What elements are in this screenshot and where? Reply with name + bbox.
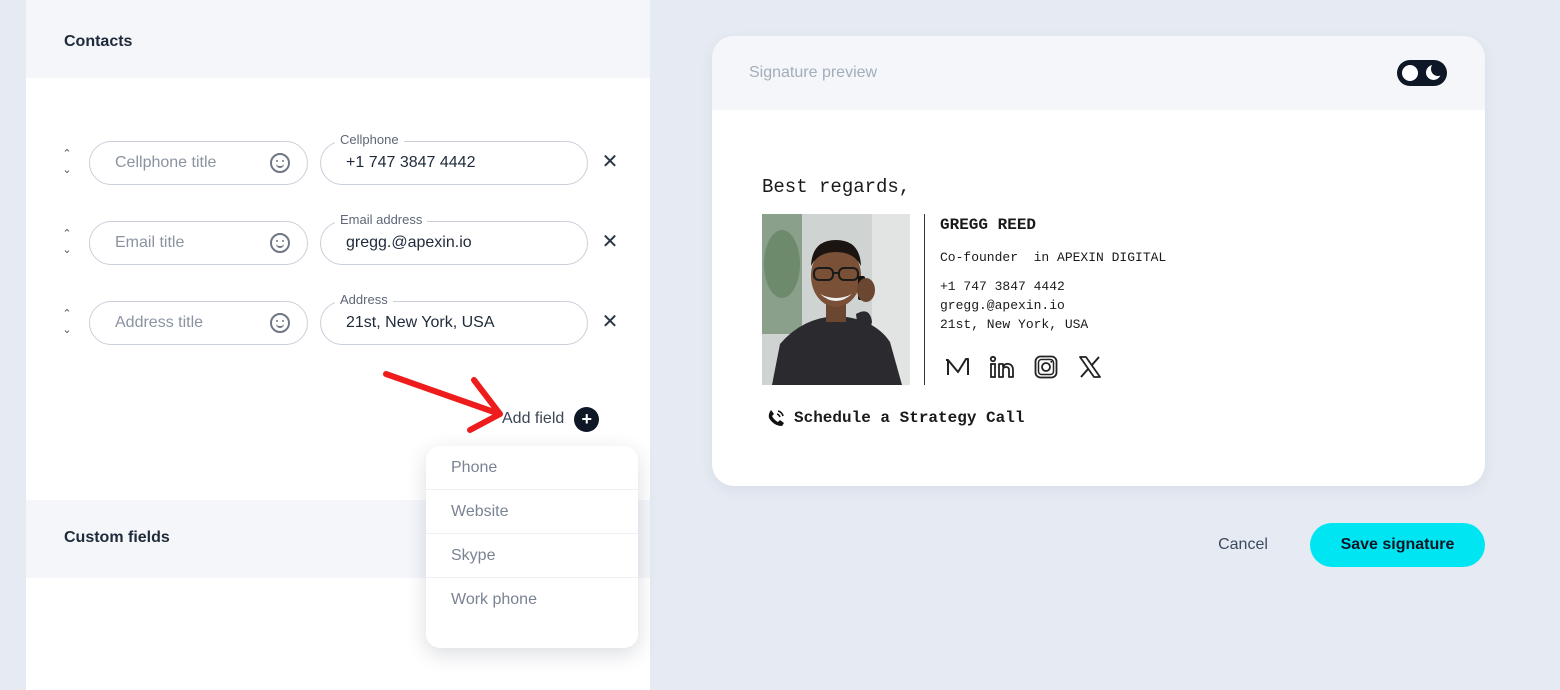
signature-phone: +1 747 3847 4442 (940, 279, 1065, 294)
contacts-section-header: Contacts (26, 0, 650, 78)
add-field-dropdown: Phone Website Skype Work phone (426, 446, 638, 648)
contacts-title: Contacts (64, 33, 133, 50)
add-field-label: Add field (502, 410, 565, 427)
dropdown-item-phone[interactable]: Phone (426, 446, 638, 490)
address-title-input[interactable]: Address title (89, 301, 308, 345)
social-icons (944, 354, 1104, 380)
add-field-button[interactable]: Add field + (502, 406, 600, 432)
signature-preview-card: Signature preview Best regards, GREGG RE… (712, 36, 1485, 486)
dropdown-item-skype[interactable]: Skype (426, 534, 638, 578)
x-icon[interactable] (1076, 354, 1104, 380)
preview-title: Signature preview (749, 64, 878, 81)
contact-row-cellphone: ⌃ ⌄ Cellphone title Cellphone +1 747 3847… (26, 132, 650, 187)
emoji-icon[interactable] (270, 233, 290, 253)
email-title-placeholder: Email title (115, 234, 185, 251)
dropdown-item-website[interactable]: Website (426, 490, 638, 534)
email-value: gregg.@apexin.io (346, 234, 472, 251)
cellphone-title-input[interactable]: Cellphone title (89, 141, 308, 185)
signature-address: 21st, New York, USA (940, 317, 1089, 332)
phone-call-icon (768, 410, 784, 426)
drag-handle-icon[interactable]: ⌃ ⌄ (60, 309, 74, 336)
cellphone-value-input[interactable]: Cellphone +1 747 3847 4442 (320, 132, 588, 185)
signature-divider (924, 214, 925, 385)
save-signature-button[interactable]: Save signature (1310, 523, 1485, 567)
toggle-knob (1402, 65, 1418, 81)
address-value-input[interactable]: Address 21st, New York, USA (320, 292, 588, 345)
dropdown-item-work-phone[interactable]: Work phone (426, 578, 638, 622)
address-value: 21st, New York, USA (346, 314, 495, 331)
emoji-icon[interactable] (270, 313, 290, 333)
medium-icon[interactable] (944, 354, 972, 380)
address-label: Address (335, 292, 393, 307)
profile-photo (762, 214, 910, 385)
cellphone-title-placeholder: Cellphone title (115, 154, 217, 171)
contact-row-email: ⌃ ⌄ Email title Email address gregg.@apex… (26, 212, 650, 267)
email-title-input[interactable]: Email title (89, 221, 308, 265)
custom-fields-title: Custom fields (64, 529, 170, 546)
cellphone-value: +1 747 3847 4442 (346, 154, 476, 171)
theme-toggle[interactable] (1397, 60, 1447, 86)
preview-header: Signature preview (712, 36, 1485, 110)
schedule-call-label: Schedule a Strategy Call (794, 409, 1025, 427)
signature-name: GREGG REED (940, 216, 1037, 234)
email-label: Email address (335, 212, 428, 227)
email-value-input[interactable]: Email address gregg.@apexin.io (320, 212, 588, 265)
drag-handle-icon[interactable]: ⌃ ⌄ (60, 149, 74, 176)
contact-row-address: ⌃ ⌄ Address title Address 21st, New York,… (26, 292, 650, 347)
drag-handle-icon[interactable]: ⌃ ⌄ (60, 229, 74, 256)
cellphone-label: Cellphone (335, 132, 404, 147)
remove-email-icon[interactable]: ✕ (600, 231, 620, 253)
schedule-call-link[interactable]: Schedule a Strategy Call (766, 408, 1024, 428)
remove-cellphone-icon[interactable]: ✕ (600, 151, 620, 173)
editor-panel: Contacts ⌃ ⌄ Cellphone title Cellphone +1… (26, 0, 650, 690)
plus-icon[interactable]: + (574, 406, 600, 432)
address-title-placeholder: Address title (115, 314, 204, 331)
moon-icon (1426, 62, 1445, 80)
red-arrow-icon (383, 371, 503, 433)
remove-address-icon[interactable]: ✕ (600, 311, 620, 333)
emoji-icon[interactable] (270, 153, 290, 173)
signature-greeting: Best regards, (762, 176, 911, 198)
signature-role: Co-founder in APEXIN DIGITAL (940, 250, 1167, 265)
cancel-button[interactable]: Cancel (1200, 524, 1286, 566)
linkedin-icon[interactable] (988, 354, 1016, 380)
signature-email: gregg.@apexin.io (940, 298, 1065, 313)
instagram-icon[interactable] (1032, 354, 1060, 380)
